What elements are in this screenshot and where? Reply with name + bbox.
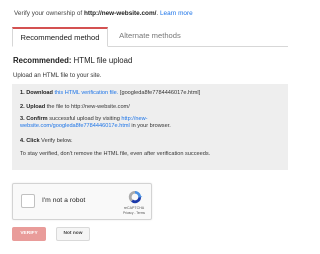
confirm-url-link-start[interactable]: http://new-	[121, 116, 147, 122]
not-now-button[interactable]: Not now	[56, 227, 90, 241]
step-confirm: 3. Confirm successful upload by visiting…	[20, 116, 171, 130]
verification-file-name: [googleda8fe7784446017e.html]	[119, 90, 201, 96]
verification-intro: Verify your ownership of http://new-webs…	[14, 10, 193, 17]
intro-site-url: http://new-website.com/	[83, 10, 157, 17]
method-tabs: Recommended method Alternate methods	[12, 27, 288, 47]
step-upload: 2. Upload the file to http://new-website…	[20, 104, 130, 111]
not-a-robot-label: I'm not a robot	[42, 197, 86, 204]
tab-alternate-methods[interactable]: Alternate methods	[108, 27, 192, 45]
recaptcha-brand: reCAPTCHA	[123, 206, 145, 210]
step-2-label: 2. Upload	[20, 104, 46, 110]
step-4-text: Verify below.	[41, 138, 73, 144]
step-3-label: 3. Confirm	[20, 116, 48, 122]
step-4-label: 4. Click	[20, 138, 40, 144]
step-3-tail: in your browser.	[131, 123, 171, 129]
heading-method: HTML file upload	[73, 56, 133, 65]
learn-more-link[interactable]: Learn more	[160, 10, 193, 17]
instructions-box: 1. Download this HTML verification file.…	[12, 84, 288, 170]
step-download: 1. Download this HTML verification file.…	[20, 90, 200, 97]
not-a-robot-checkbox[interactable]	[21, 194, 35, 208]
verification-file-link[interactable]: this HTML verification file.	[55, 90, 119, 96]
recaptcha-terms-link[interactable]: Privacy - Terms	[116, 211, 152, 215]
intro-suffix: .	[156, 10, 159, 17]
upload-subtitle: Upload an HTML file to your site.	[13, 72, 102, 79]
recaptcha-widget: I'm not a robot reCAPTCHA Privacy - Term…	[12, 183, 152, 220]
intro-prefix: Verify your ownership of	[14, 10, 83, 17]
heading-label: Recommended:	[13, 56, 72, 65]
recaptcha-logo-icon	[128, 190, 143, 204]
step-3-text: successful upload by visiting	[49, 116, 120, 122]
step-click-verify: 4. Click Verify below.	[20, 138, 73, 145]
confirm-url-link-end[interactable]: website.com/googleda8fe7784446017e.html	[20, 123, 130, 129]
method-heading: Recommended: HTML file upload	[13, 56, 132, 65]
stay-verified-note: To stay verified, don't remove the HTML …	[20, 151, 211, 157]
tab-recommended-method[interactable]: Recommended method	[12, 27, 108, 47]
step-2-text: the file to http://new-website.com/	[46, 104, 130, 110]
step-1-label: 1. Download	[20, 90, 53, 96]
verify-button[interactable]: VERIFY	[12, 227, 46, 241]
